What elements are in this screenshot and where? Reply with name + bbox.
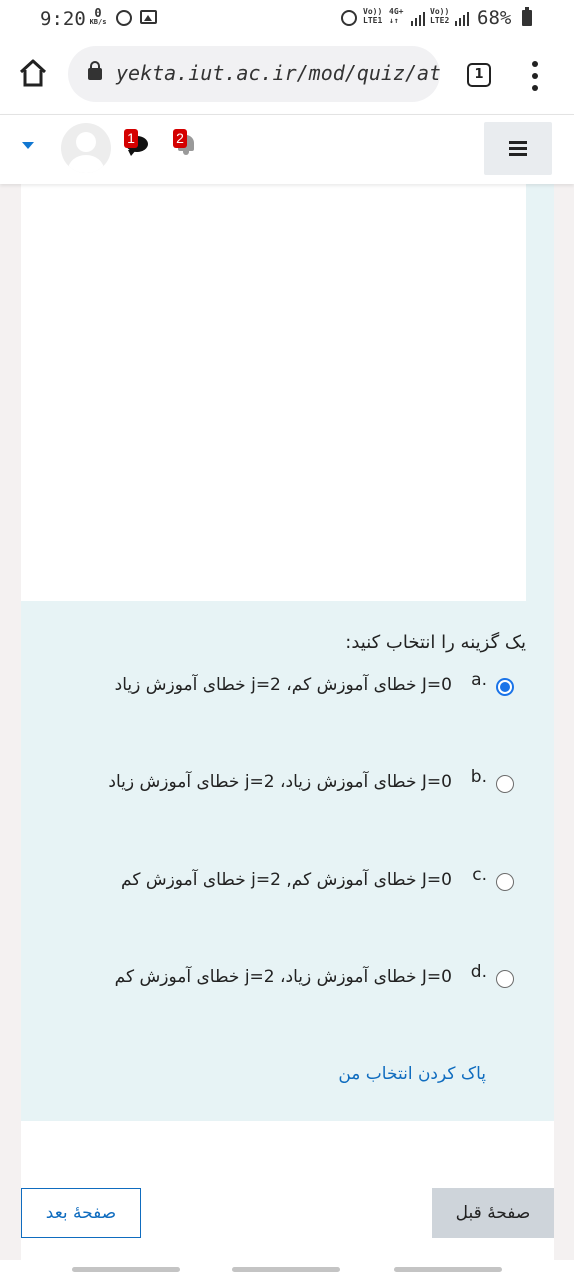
sim1-lte: LTE1 <box>363 16 383 25</box>
home-icon[interactable] <box>18 58 48 88</box>
answer-option-b[interactable]: b. J=0 خطای آموزش زیاد، j=2 خطای آموزش ز… <box>34 767 514 799</box>
option-text[interactable]: J=0 خطای آموزش زیاد، j=2 خطای آموزش کم <box>115 967 452 987</box>
browser-menu-icon[interactable] <box>530 61 540 91</box>
network-activity-icon: ↓↑ <box>389 16 399 25</box>
status-time: 9:20 <box>40 8 86 30</box>
option-text[interactable]: J=0 خطای آموزش زیاد، j=2 خطای آموزش زیاد <box>108 772 452 792</box>
sim1-volte: Vo)) <box>363 7 383 16</box>
network-speed-unit: KB/s <box>89 18 107 26</box>
network-speed: 0 KB/s <box>87 7 109 26</box>
alarm-icon <box>116 10 132 26</box>
option-letter: a. <box>471 670 487 690</box>
network-type: 4G+ ↓↑ <box>389 7 403 25</box>
option-letter: d. <box>470 962 487 982</box>
site-header: 1 2 <box>0 114 574 184</box>
battery-icon <box>522 7 532 26</box>
answer-option-c[interactable]: c. J=0 خطای آموزش کم, j=2 خطای آموزش کم <box>34 865 514 897</box>
answer-option-a[interactable]: a. J=0 خطای آموزش کم، j=2 خطای آموزش زیا… <box>34 670 514 702</box>
battery-percent: 68% <box>477 7 512 29</box>
option-text[interactable]: J=0 خطای آموزش کم، j=2 خطای آموزش زیاد <box>115 675 452 695</box>
quiz-navigation: صفحهٔ بعد صفحهٔ قبل <box>21 1121 554 1260</box>
option-letter: c. <box>472 865 487 885</box>
sim2-lte: LTE2 <box>430 16 450 25</box>
tab-switcher-button[interactable]: 1 <box>467 63 491 87</box>
previous-page-button[interactable]: صفحهٔ قبل <box>432 1188 554 1238</box>
address-bar[interactable]: yekta.iut.ac.ir/mod/quiz/atte <box>68 46 440 102</box>
next-page-button[interactable]: صفحهٔ بعد <box>21 1188 141 1238</box>
status-bar: 9:20 0 KB/s Vo)) LTE1 4G+ ↓↑ Vo)) LTE2 6… <box>0 0 574 36</box>
question-prompt: یک گزینه را انتخاب کنید: <box>345 632 526 653</box>
alarm-icon-right <box>341 10 357 26</box>
user-menu-caret-icon[interactable] <box>22 142 34 149</box>
messages-badge: 1 <box>124 129 138 148</box>
main-menu-button[interactable] <box>484 122 552 175</box>
question-card: یک گزینه را انتخاب کنید: a. J=0 خطای آمو… <box>21 184 554 1121</box>
radio-option-d[interactable] <box>496 970 514 988</box>
radio-option-a[interactable] <box>496 678 514 696</box>
lock-icon <box>88 61 102 80</box>
clear-choice-link[interactable]: پاک کردن انتخاب من <box>338 1064 486 1084</box>
scroll-indicator <box>0 1260 574 1280</box>
browser-toolbar: yekta.iut.ac.ir/mod/quiz/atte 1 <box>0 36 574 114</box>
option-text[interactable]: J=0 خطای آموزش کم, j=2 خطای آموزش کم <box>121 870 452 890</box>
option-letter: b. <box>470 767 487 787</box>
network-type-label: 4G+ <box>389 7 404 16</box>
radio-option-c[interactable] <box>496 873 514 891</box>
sim2-indicator: Vo)) LTE2 <box>430 7 449 25</box>
answer-option-d[interactable]: d. J=0 خطای آموزش زیاد، j=2 خطای آموزش ک… <box>34 962 514 994</box>
question-image-area <box>21 184 526 601</box>
avatar[interactable] <box>61 123 111 173</box>
sim1-indicator: Vo)) LTE1 <box>363 7 382 25</box>
signal-icon-sim1 <box>411 12 425 26</box>
sim2-volte: Vo)) <box>430 7 450 16</box>
notifications-badge: 2 <box>173 129 187 148</box>
gallery-icon <box>140 10 157 24</box>
signal-icon-sim2 <box>455 12 469 26</box>
radio-option-b[interactable] <box>496 775 514 793</box>
url-text: yekta.iut.ac.ir/mod/quiz/atte <box>116 61 440 85</box>
